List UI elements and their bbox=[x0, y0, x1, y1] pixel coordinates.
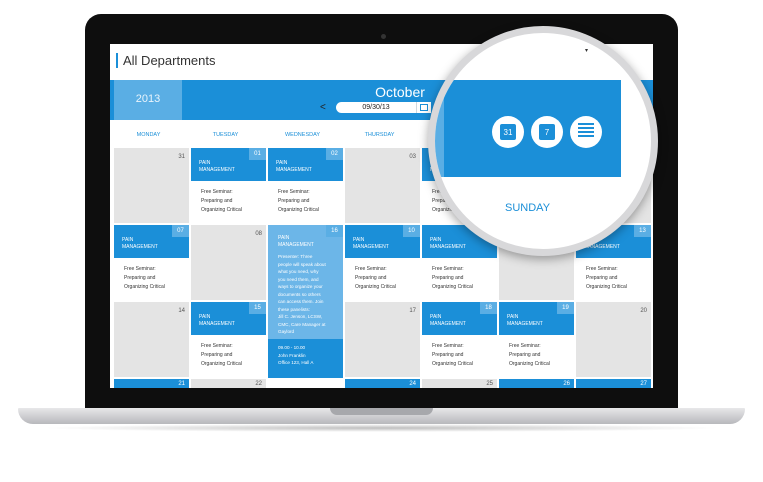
date-input[interactable]: 09/30/13 bbox=[336, 102, 416, 113]
weekday-wednesday: WEDNESDAY bbox=[284, 132, 321, 138]
day-number: 21 bbox=[178, 381, 185, 387]
event-description: Free Seminar:Preparing andOrganizing Cri… bbox=[124, 266, 165, 290]
day-number: 27 bbox=[640, 381, 647, 387]
event-description: Free Seminar:Preparing andOrganizing Cri… bbox=[278, 189, 319, 213]
day-cell[interactable]: 17 bbox=[345, 302, 420, 377]
magnified-year-strip bbox=[435, 80, 444, 177]
day-cell[interactable]: 22 bbox=[191, 379, 266, 388]
day-number: 16 bbox=[326, 225, 343, 237]
day-number: 26 bbox=[563, 381, 570, 387]
day-number: 31 bbox=[178, 154, 185, 160]
day-number: 03 bbox=[409, 154, 416, 160]
event-block[interactable]: 18 PAIN MANAGEMENT bbox=[422, 302, 497, 335]
day-number: 24 bbox=[409, 381, 416, 387]
event-title: PAINMANAGEMENT bbox=[199, 314, 235, 327]
day-cell[interactable]: 27 bbox=[576, 379, 651, 388]
week-calendar-icon: 7 bbox=[539, 124, 555, 140]
day-cell[interactable]: 31 bbox=[114, 148, 189, 223]
event-block[interactable]: 02 PAIN MANAGEMENT bbox=[268, 148, 343, 181]
day-cell[interactable]: 20 bbox=[576, 302, 651, 377]
day-cell[interactable]: 08 bbox=[191, 225, 266, 300]
event-description: Free Seminar:Preparing andOrganizing Cri… bbox=[509, 343, 550, 367]
event-description: Free Seminar:Preparing andOrganizing Cri… bbox=[201, 189, 242, 213]
event-title: PAINMANAGEMENT bbox=[199, 160, 235, 173]
laptop-shadow bbox=[40, 424, 723, 432]
event-title: PAINMANAGEMENT bbox=[276, 160, 312, 173]
day-number: 18 bbox=[480, 302, 497, 314]
event-description: Free Seminar:Preparing andOrganizing Cri… bbox=[355, 266, 396, 290]
day-number: 02 bbox=[326, 148, 343, 160]
chevron-down-icon[interactable]: ▾ bbox=[585, 47, 588, 54]
magnifier-lens: ▾ 31 7 SUNDAY bbox=[428, 26, 658, 256]
day-cell[interactable]: 07 PAIN MANAGEMENT Free Seminar: Preparing … bbox=[114, 225, 189, 300]
day-number: 15 bbox=[249, 302, 266, 314]
event-block[interactable]: 10 PAIN MANAGEMENT bbox=[345, 225, 420, 258]
laptop-notch bbox=[330, 408, 433, 415]
event-title: PAINMANAGEMENT bbox=[278, 235, 314, 248]
event-time-box[interactable]: 09.00 - 10.00 John Franklin Office 123, Ha… bbox=[268, 339, 343, 378]
event-block[interactable]: 19 PAIN MANAGEMENT bbox=[499, 302, 574, 335]
day-number: 10 bbox=[403, 225, 420, 237]
event-details: Presenter: Three people will speak about w… bbox=[278, 254, 326, 334]
prev-month-arrow[interactable]: < bbox=[320, 102, 326, 113]
weekday-monday: MONDAY bbox=[136, 132, 161, 138]
calendar-icon bbox=[420, 104, 428, 111]
day-number: 13 bbox=[634, 225, 651, 237]
day-number: 01 bbox=[249, 148, 266, 160]
event-title: PAINMANAGEMENT bbox=[353, 237, 389, 250]
event-block[interactable]: 15 PAIN MANAGEMENT bbox=[191, 302, 266, 335]
event-title: PAINMANAGEMENT bbox=[430, 237, 466, 250]
day-cell[interactable]: 02 PAIN MANAGEMENT Free Seminar: Preparing … bbox=[268, 148, 343, 223]
event-title: PAINMANAGEMENT bbox=[122, 237, 158, 250]
month-calendar-icon: 31 bbox=[500, 124, 516, 140]
event-description: Free Seminar:Preparing andOrganizing Cri… bbox=[201, 343, 242, 367]
day-cell[interactable]: 24 bbox=[345, 379, 420, 388]
day-cell[interactable]: 14 bbox=[114, 302, 189, 377]
event-time-details: 09.00 - 10.00 John Franklin Office 123, Ha… bbox=[278, 345, 314, 365]
event-block[interactable]: 01 PAIN MANAGEMENT bbox=[191, 148, 266, 181]
day-cell[interactable]: 26 bbox=[499, 379, 574, 388]
day-cell[interactable]: 21 bbox=[114, 379, 189, 388]
year-label: 2013 bbox=[135, 93, 161, 105]
event-title: PAINMANAGEMENT bbox=[430, 314, 466, 327]
day-number: 22 bbox=[255, 381, 262, 387]
day-cell[interactable]: 18 PAIN MANAGEMENT Free Seminar: Preparing … bbox=[422, 302, 497, 377]
camera bbox=[381, 34, 386, 39]
event-description: Free Seminar:Preparing andOrganizing Cri… bbox=[432, 266, 473, 290]
event-description: Free Seminar:Preparing andOrganizing Cri… bbox=[432, 343, 473, 367]
date-picker-button[interactable] bbox=[416, 102, 431, 113]
list-icon bbox=[578, 123, 594, 141]
department-selector[interactable]: All Departments bbox=[116, 53, 215, 68]
day-number: 07 bbox=[172, 225, 189, 237]
day-cell[interactable]: 19 PAIN MANAGEMENT Free Seminar: Preparing … bbox=[499, 302, 574, 377]
weekday-thursday: THURSDAY bbox=[364, 132, 395, 138]
day-number: 25 bbox=[486, 381, 493, 387]
event-block[interactable]: 07 PAIN MANAGEMENT bbox=[114, 225, 189, 258]
day-cell[interactable]: 15 PAIN MANAGEMENT Free Seminar: Preparing … bbox=[191, 302, 266, 377]
weekday-tuesday: TUESDAY bbox=[212, 132, 239, 138]
list-view-button[interactable] bbox=[570, 116, 602, 148]
event-description: Free Seminar:Preparing andOrganizing Cri… bbox=[586, 266, 627, 290]
day-number: 17 bbox=[409, 308, 416, 314]
day-number: 14 bbox=[178, 308, 185, 314]
day-cell[interactable]: 03 bbox=[345, 148, 420, 223]
day-number: 19 bbox=[557, 302, 574, 314]
day-cell[interactable]: 10 PAIN MANAGEMENT Free Seminar: Preparing … bbox=[345, 225, 420, 300]
event-popup[interactable]: 16 PAIN MANAGEMENT Presenter: Three people… bbox=[268, 225, 343, 339]
month-view-button[interactable]: 31 bbox=[492, 116, 524, 148]
magnified-weekday-label: SUNDAY bbox=[505, 202, 551, 214]
event-title: PAINMANAGEMENT bbox=[507, 314, 543, 327]
day-number: 20 bbox=[640, 308, 647, 314]
day-number: 08 bbox=[255, 231, 262, 237]
day-cell[interactable]: 01 PAIN MANAGEMENT Free Seminar: Preparing … bbox=[191, 148, 266, 223]
week-view-button[interactable]: 7 bbox=[531, 116, 563, 148]
day-cell[interactable]: 25 bbox=[422, 379, 497, 388]
